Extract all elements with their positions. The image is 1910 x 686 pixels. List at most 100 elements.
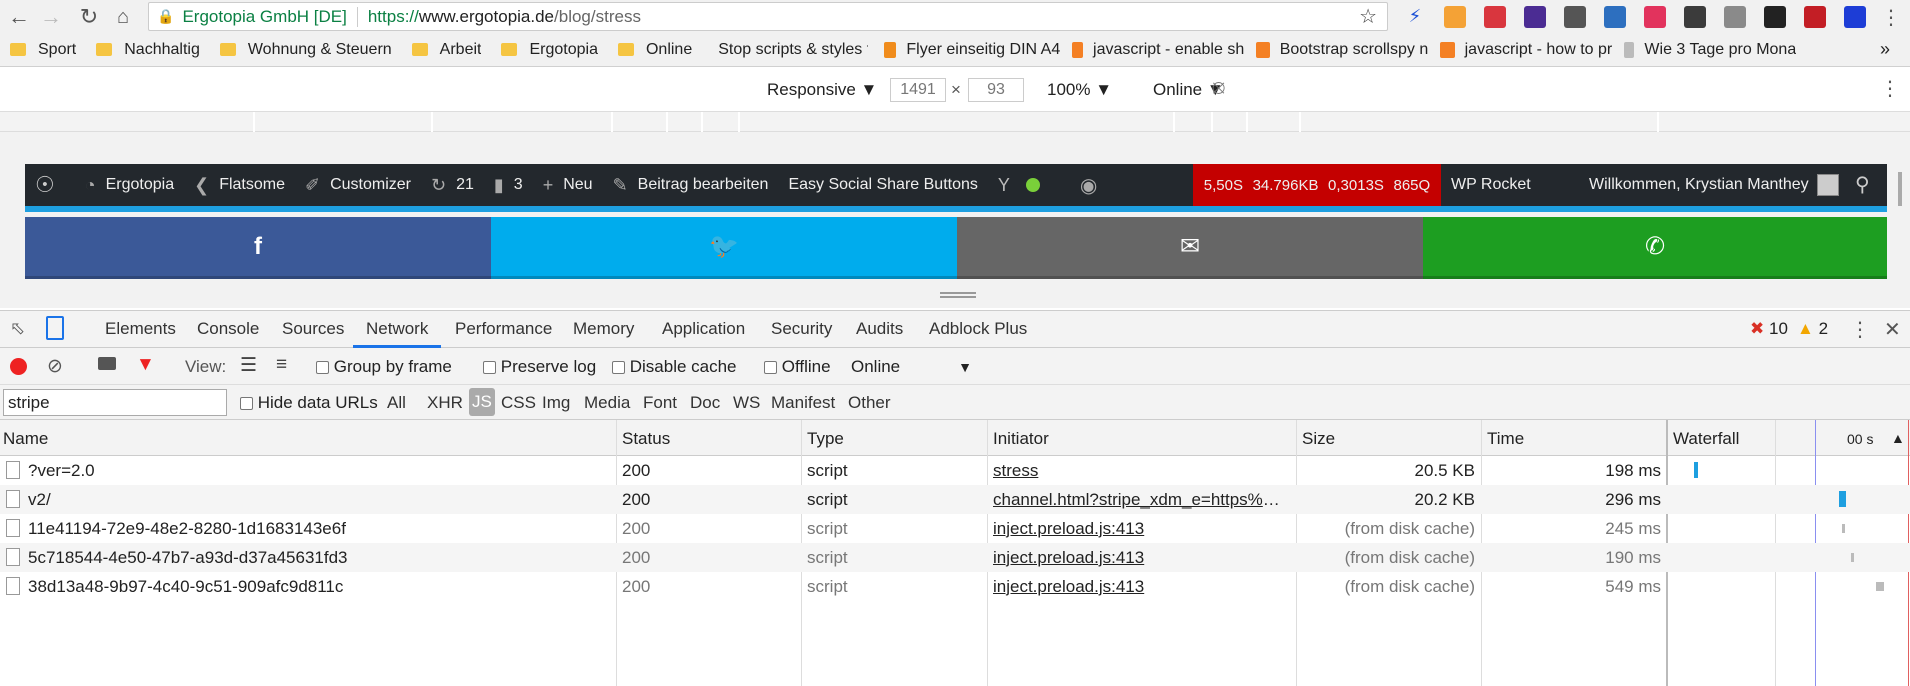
- extension-flag-icon[interactable]: [1844, 6, 1866, 28]
- email-share-button[interactable]: ✉: [957, 217, 1423, 279]
- bookmark-online[interactable]: Online: [617, 41, 692, 59]
- facebook-share-button[interactable]: f: [25, 217, 491, 279]
- tab-audits[interactable]: Audits: [856, 319, 903, 339]
- column-name[interactable]: Name: [3, 429, 48, 449]
- bookmarks-overflow-icon[interactable]: »: [1880, 39, 1890, 60]
- back-icon[interactable]: ←: [6, 4, 32, 30]
- table-row[interactable]: 38d13a48-9b97-4c40-9c51-909afc9d811c 200…: [0, 572, 1910, 601]
- table-row[interactable]: 11e41194-72e9-48e2-8280-1d1683143e6f 200…: [0, 514, 1910, 543]
- wordpress-logo-icon[interactable]: ☉: [35, 172, 65, 198]
- bookmark-ergotopia[interactable]: Ergotopia: [501, 41, 598, 59]
- list-view-icon[interactable]: ☰: [240, 354, 257, 377]
- group-by-frame-checkbox[interactable]: Group by frame: [316, 357, 452, 377]
- bookmark-wie-3-tage[interactable]: Wie 3 Tage pro Mona: [1624, 41, 1796, 59]
- table-row[interactable]: v2/ 200 script channel.html?stripe_xdm_e…: [0, 485, 1910, 514]
- wp-rocket-link[interactable]: WP Rocket: [1451, 176, 1531, 194]
- site-identity[interactable]: Ergotopia GmbH [DE]: [182, 7, 346, 27]
- column-initiator[interactable]: Initiator: [993, 429, 1049, 449]
- error-count[interactable]: ✖ 10: [1750, 319, 1788, 339]
- tab-sources[interactable]: Sources: [282, 319, 344, 339]
- request-initiator[interactable]: inject.preload.js:413: [993, 519, 1289, 539]
- filter-doc[interactable]: Doc: [690, 393, 720, 413]
- wp-new-link[interactable]: + Neu: [543, 175, 593, 196]
- wp-theme-link[interactable]: ❮ Flatsome: [194, 175, 285, 196]
- bookmark-sport[interactable]: Sport: [10, 41, 76, 59]
- extension-m-icon[interactable]: [1684, 6, 1706, 28]
- whatsapp-share-button[interactable]: ✆: [1423, 217, 1887, 279]
- wp-customizer-link[interactable]: ✐ Customizer: [305, 175, 411, 196]
- filter-manifest[interactable]: Manifest: [771, 393, 835, 413]
- column-waterfall[interactable]: Waterfall: [1673, 429, 1739, 449]
- height-input[interactable]: 93: [968, 78, 1024, 102]
- media-query-ruler[interactable]: [0, 112, 1910, 132]
- search-icon[interactable]: ⚲: [1855, 172, 1870, 197]
- address-bar[interactable]: 🔒 Ergotopia GmbH [DE] https://www.ergoto…: [148, 2, 1388, 31]
- filter-font[interactable]: Font: [643, 393, 677, 413]
- tab-security[interactable]: Security: [771, 319, 832, 339]
- column-status[interactable]: Status: [622, 429, 670, 449]
- table-row[interactable]: ?ver=2.0 200 script stress 20.5 KB 198 m…: [0, 456, 1910, 485]
- wp-edit-post-link[interactable]: ✎ Beitrag bearbeiten: [613, 175, 769, 196]
- close-icon[interactable]: ✕: [1884, 317, 1901, 342]
- throttle-select[interactable]: Online ▼: [851, 357, 972, 377]
- table-row[interactable]: 5c718544-4e50-47b7-a93d-d37a45631fd3 200…: [0, 543, 1910, 572]
- screenshot-camera-icon[interactable]: [98, 357, 116, 370]
- bookmark-javascript-enable[interactable]: javascript - enable sh: [1072, 41, 1244, 59]
- chrome-menu-icon[interactable]: ⋮: [1878, 4, 1904, 30]
- zoom-select[interactable]: 100% ▼: [1047, 80, 1112, 100]
- width-input[interactable]: 1491: [890, 78, 946, 102]
- inspect-element-icon[interactable]: ⬁: [10, 318, 25, 339]
- record-icon[interactable]: [10, 358, 27, 375]
- filter-all[interactable]: All: [387, 393, 406, 413]
- bookmark-arbeit[interactable]: Arbeit: [411, 41, 481, 59]
- tab-elements[interactable]: Elements: [105, 319, 176, 339]
- eyedropper-extension-icon[interactable]: [1564, 6, 1586, 28]
- filter-img[interactable]: Img: [542, 393, 570, 413]
- request-initiator[interactable]: inject.preload.js:413: [993, 577, 1289, 597]
- extension-a-icon[interactable]: [1644, 6, 1666, 28]
- bookmark-nachhaltig[interactable]: Nachhaltig: [96, 41, 200, 59]
- tab-console[interactable]: Console: [197, 319, 259, 339]
- tab-performance[interactable]: Performance: [455, 319, 552, 339]
- wp-updates-link[interactable]: ↻ 21: [431, 175, 474, 196]
- extension-off-icon[interactable]: [1444, 6, 1466, 28]
- wp-account-link[interactable]: Willkommen, Krystian Manthey: [1589, 174, 1839, 196]
- request-initiator[interactable]: channel.html?stripe_xdm_e=https%3A...: [993, 490, 1289, 510]
- device-mode-select[interactable]: Responsive ▼: [767, 80, 877, 100]
- request-initiator[interactable]: stress: [993, 461, 1289, 481]
- viewport-resize-handle[interactable]: [940, 292, 976, 298]
- bookmark-stop-scripts[interactable]: Stop scripts & styles f: [708, 41, 868, 59]
- forward-icon[interactable]: →: [38, 4, 64, 30]
- sort-up-icon[interactable]: ▲: [1891, 430, 1905, 446]
- extension-badge-3-icon[interactable]: [1484, 6, 1506, 28]
- home-icon[interactable]: ⌂: [110, 4, 136, 30]
- extension-s-icon[interactable]: [1604, 6, 1626, 28]
- filter-xhr[interactable]: XHR: [427, 393, 463, 413]
- adblock-extension-icon[interactable]: [1804, 6, 1826, 28]
- disable-cache-checkbox[interactable]: Disable cache: [612, 357, 737, 377]
- request-initiator[interactable]: inject.preload.js:413: [993, 548, 1289, 568]
- twitter-share-button[interactable]: 🐦: [491, 217, 957, 279]
- viewport-side-handle[interactable]: [1898, 172, 1902, 206]
- bookmark-bootstrap-scrollspy[interactable]: Bootstrap scrollspy n: [1256, 41, 1428, 59]
- bookmark-flyer[interactable]: Flyer einseitig DIN A4: [884, 41, 1060, 59]
- column-time[interactable]: Time: [1487, 429, 1524, 449]
- filter-media[interactable]: Media: [584, 393, 630, 413]
- hide-data-urls-checkbox[interactable]: Hide data URLs: [240, 393, 378, 413]
- wp-comments-link[interactable]: ▮ 3: [494, 175, 523, 196]
- filter-other[interactable]: Other: [848, 393, 891, 413]
- waterfall-view-icon[interactable]: ≡: [276, 354, 287, 376]
- bookmark-javascript-how[interactable]: javascript - how to pr: [1440, 41, 1612, 59]
- column-type[interactable]: Type: [807, 429, 844, 449]
- device-toggle-icon[interactable]: [46, 316, 64, 340]
- filter-css[interactable]: CSS: [501, 393, 536, 413]
- warning-count[interactable]: ▲ 2: [1797, 319, 1828, 339]
- tab-adblock-plus[interactable]: Adblock Plus: [929, 319, 1027, 339]
- device-menu-icon[interactable]: ⋮: [1880, 76, 1900, 101]
- extension-w-icon[interactable]: [1524, 6, 1546, 28]
- yoast-icon[interactable]: Y: [998, 175, 1020, 196]
- bookmark-wohnung-steuern[interactable]: Wohnung & Steuern: [219, 41, 392, 59]
- query-monitor-stats[interactable]: 5,50S 34.796KB 0,3013S 865Q: [1193, 164, 1441, 206]
- offline-checkbox[interactable]: Offline: [764, 357, 831, 377]
- extension-badge-51-icon[interactable]: [1764, 6, 1786, 28]
